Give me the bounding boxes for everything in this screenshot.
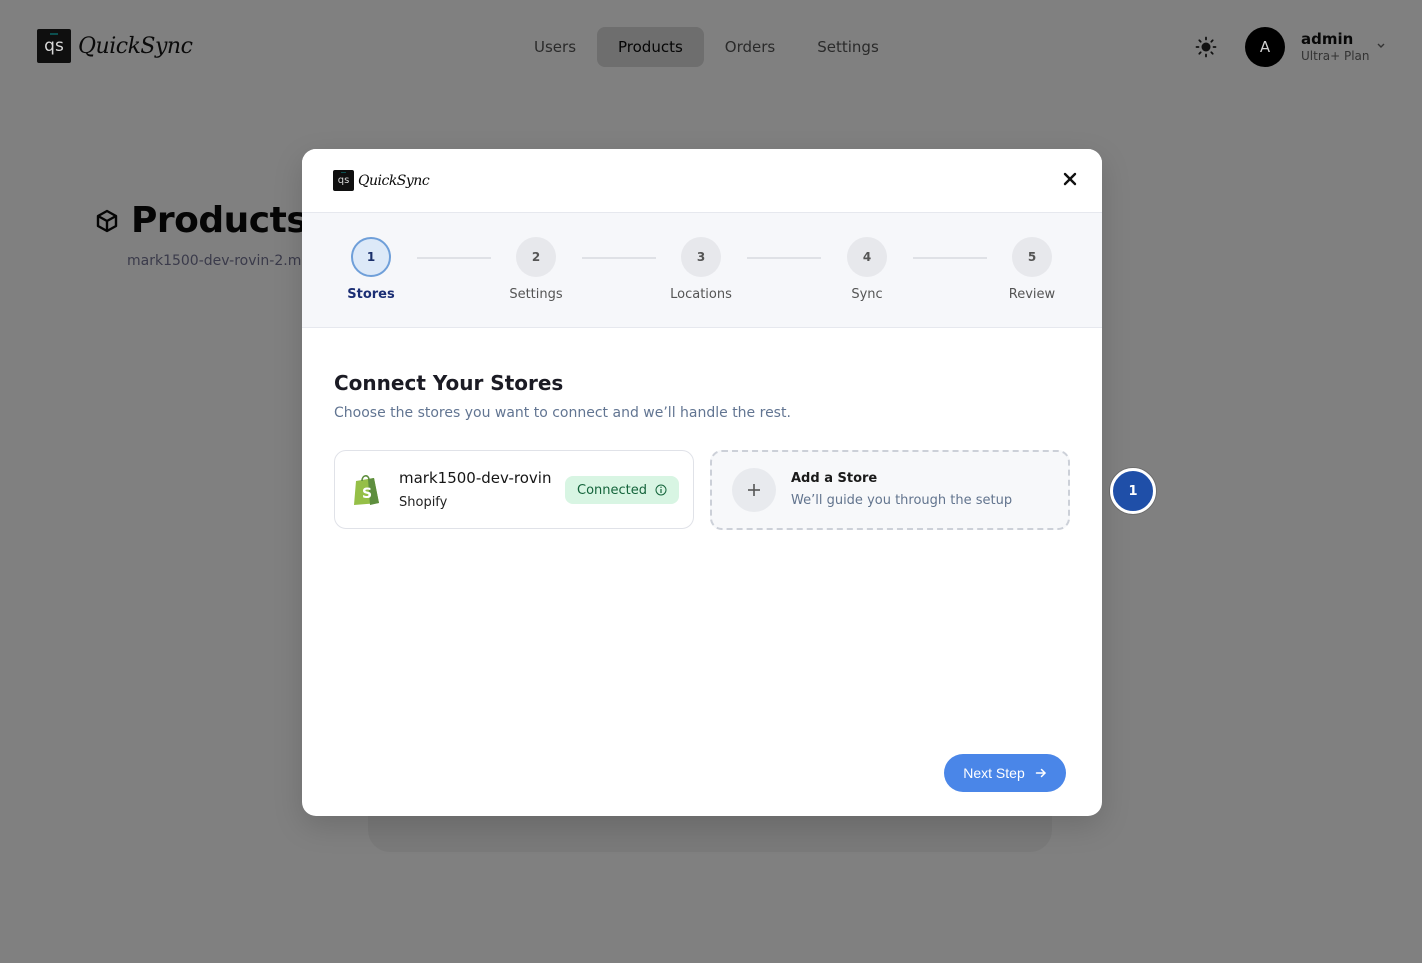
step-connector xyxy=(582,257,656,259)
step-stores[interactable]: 1 Stores xyxy=(321,237,421,302)
add-store-subtitle: We’ll guide you through the setup xyxy=(791,493,1013,508)
avatar[interactable]: A xyxy=(1245,27,1285,67)
section-heading: Connect Your Stores xyxy=(334,371,564,395)
arrow-right-icon xyxy=(1035,768,1046,778)
step-settings[interactable]: 2 Settings xyxy=(486,237,586,302)
status-text: Connected xyxy=(577,482,648,498)
background-card xyxy=(368,810,1052,852)
app-logo[interactable]: qs QuickSync xyxy=(37,29,193,63)
info-icon[interactable] xyxy=(655,484,667,496)
sun-icon[interactable] xyxy=(1195,36,1217,58)
nav-settings[interactable]: Settings xyxy=(796,27,900,67)
step-number: 5 xyxy=(1012,237,1052,277)
step-connector xyxy=(747,257,821,259)
step-number: 1 xyxy=(351,237,391,277)
main-nav: Users Products Orders Settings xyxy=(513,27,900,67)
nav-users[interactable]: Users xyxy=(513,27,597,67)
store-card[interactable]: S mark1500-dev-rovin Shopify Connected xyxy=(334,450,694,529)
status-badge: Connected xyxy=(565,476,680,504)
section-subheading: Choose the stores you want to connect an… xyxy=(334,405,791,421)
logo-mark: qs xyxy=(37,29,71,63)
nav-orders[interactable]: Orders xyxy=(704,27,796,67)
step-number: 2 xyxy=(516,237,556,277)
step-number: 4 xyxy=(847,237,887,277)
logo-wordmark: QuickSync xyxy=(78,33,193,59)
top-bar: qs QuickSync Users Products Orders Setti… xyxy=(0,0,1422,94)
page-subtitle: mark1500-dev-rovin-2.m xyxy=(127,253,302,269)
stepper: 1 Stores 2 Settings 3 Locations 4 Sync 5… xyxy=(302,213,1102,328)
modal-logo-mark: qs xyxy=(333,170,354,191)
step-label: Stores xyxy=(347,287,395,302)
step-review[interactable]: 5 Review xyxy=(982,237,1082,302)
user-name: admin xyxy=(1301,30,1354,48)
step-label: Locations xyxy=(670,287,732,302)
next-step-button[interactable]: Next Step xyxy=(944,754,1066,792)
modal-header: qs QuickSync xyxy=(302,149,1102,213)
step-label: Sync xyxy=(851,287,883,302)
step-label: Settings xyxy=(509,287,563,302)
step-label: Review xyxy=(1008,287,1056,302)
step-connector xyxy=(417,257,491,259)
add-store-button[interactable]: Add a Store We’ll guide you through the … xyxy=(710,450,1070,530)
shopify-icon: S xyxy=(354,475,379,505)
cube-icon xyxy=(96,209,118,232)
chevron-down-icon[interactable] xyxy=(1375,41,1387,51)
step-number: 3 xyxy=(681,237,721,277)
plus-icon xyxy=(732,468,776,512)
step-marker: 1 xyxy=(1110,468,1156,514)
modal-logo: qs QuickSync xyxy=(333,170,430,191)
add-store-title: Add a Store xyxy=(791,471,878,486)
next-step-label: Next Step xyxy=(963,765,1025,781)
step-connector xyxy=(913,257,987,259)
store-platform: Shopify xyxy=(399,495,448,510)
user-menu[interactable]: admin Ultra+ Plan xyxy=(1301,30,1370,63)
user-plan: Ultra+ Plan xyxy=(1301,49,1370,63)
store-name: mark1500-dev-rovin xyxy=(399,469,552,487)
page-title: Products xyxy=(131,200,308,241)
modal-logo-wordmark: QuickSync xyxy=(358,172,430,189)
svg-text:S: S xyxy=(362,486,372,502)
setup-modal: qs QuickSync 1 Stores 2 Settings 3 Locat… xyxy=(302,149,1102,816)
page-header: Products xyxy=(95,200,308,241)
modal-body: Connect Your Stores Choose the stores yo… xyxy=(302,328,1102,815)
step-locations[interactable]: 3 Locations xyxy=(651,237,751,302)
step-sync[interactable]: 4 Sync xyxy=(817,237,917,302)
close-icon[interactable] xyxy=(1060,169,1080,189)
nav-products[interactable]: Products xyxy=(597,27,704,67)
